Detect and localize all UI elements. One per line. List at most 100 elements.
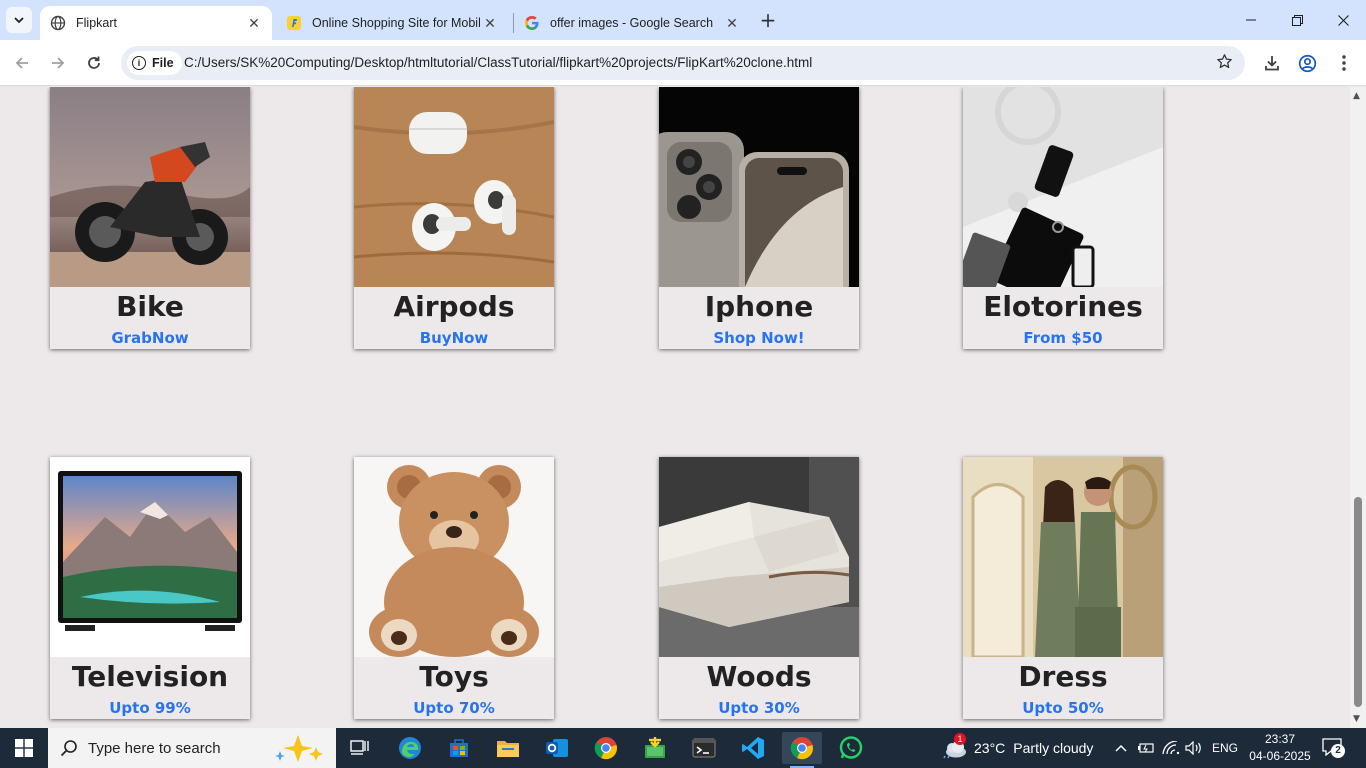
back-button[interactable] xyxy=(8,49,36,77)
vscode-icon xyxy=(742,737,764,759)
file-explorer-button[interactable] xyxy=(488,732,528,764)
windows-taskbar: Type here to search 1 23°C Partly cloudy… xyxy=(0,728,1366,768)
system-clock[interactable]: 23:37 04-06-2025 xyxy=(1245,731,1315,765)
edge-icon xyxy=(399,737,421,759)
edge-button[interactable] xyxy=(390,732,430,764)
outlook-button[interactable] xyxy=(537,732,577,764)
tab-flipkart[interactable]: Flipkart ✕ xyxy=(40,6,272,40)
product-offer-link[interactable]: Upto 30% xyxy=(659,697,859,719)
info-icon: i xyxy=(132,56,146,70)
weather-badge: 1 xyxy=(954,733,966,745)
address-bar[interactable]: i File C:/Users/SK%20Computing/Desktop/h… xyxy=(121,46,1245,80)
chrome-running-button[interactable] xyxy=(782,732,822,768)
product-offer-link[interactable]: From $50 xyxy=(963,327,1163,349)
vscode-button[interactable] xyxy=(733,732,773,764)
more-vert-icon xyxy=(1342,55,1346,71)
task-view-button[interactable] xyxy=(340,732,380,764)
vertical-scrollbar[interactable]: ▲ ▼ xyxy=(1350,87,1366,728)
volume-tray[interactable] xyxy=(1185,728,1203,768)
product-name: Elotorines xyxy=(983,290,1143,323)
product-offer-link[interactable]: Upto 70% xyxy=(354,697,554,719)
forward-button[interactable] xyxy=(44,49,72,77)
chrome-button[interactable] xyxy=(586,732,626,764)
couple-dress-photo xyxy=(963,457,1163,657)
product-card-airpods[interactable]: Airpods BuyNow xyxy=(354,87,554,349)
close-icon[interactable]: ✕ xyxy=(480,13,500,33)
language-label: ENG xyxy=(1212,741,1239,755)
clock-time: 23:37 xyxy=(1264,732,1296,746)
whatsapp-button[interactable] xyxy=(831,732,871,764)
minimize-button[interactable] xyxy=(1228,0,1274,40)
notification-center-button[interactable]: 2 xyxy=(1322,728,1345,768)
downloads-button[interactable] xyxy=(1258,49,1286,77)
search-placeholder: Type here to search xyxy=(88,739,221,757)
flipkart-logo-icon xyxy=(286,15,302,31)
restore-button[interactable] xyxy=(1274,0,1320,40)
app-installer-icon xyxy=(645,737,665,758)
battery-tray[interactable] xyxy=(1138,728,1156,768)
notification-count: 2 xyxy=(1331,744,1345,758)
product-offer-link[interactable]: GrabNow xyxy=(50,327,250,349)
clock-date: 04-06-2025 xyxy=(1249,749,1311,763)
close-window-button[interactable] xyxy=(1320,0,1366,40)
site-chip-label: File xyxy=(152,56,174,70)
product-card-iphone[interactable]: Iphone Shop Now! xyxy=(659,87,859,349)
weather-temp: 23°C xyxy=(974,740,1006,756)
page-content: Bike GrabNow Airpods BuyNow Iphone Shop … xyxy=(0,87,1350,728)
product-name: Dress xyxy=(1018,660,1108,693)
close-icon[interactable]: ✕ xyxy=(722,13,742,33)
product-offer-link[interactable]: Upto 99% xyxy=(50,697,250,719)
browser-toolbar: i File C:/Users/SK%20Computing/Desktop/h… xyxy=(0,40,1366,86)
restore-icon xyxy=(1291,14,1303,26)
weather-condition: Partly cloudy xyxy=(1013,740,1094,756)
battery-icon xyxy=(1138,743,1154,753)
bookmark-star-icon[interactable] xyxy=(1216,53,1233,75)
product-offer-link[interactable]: BuyNow xyxy=(354,327,554,349)
television-photo xyxy=(50,457,250,657)
scroll-up-arrow-icon[interactable]: ▲ xyxy=(1353,91,1360,101)
app-installer-button[interactable] xyxy=(635,732,675,764)
taskbar-search-box[interactable]: Type here to search xyxy=(48,728,336,768)
product-offer-link[interactable]: Shop Now! xyxy=(659,327,859,349)
terminal-button[interactable] xyxy=(684,732,724,764)
url-text[interactable]: C:/Users/SK%20Computing/Desktop/htmltuto… xyxy=(184,55,812,70)
menu-button[interactable] xyxy=(1330,49,1358,77)
terminal-icon xyxy=(692,738,716,758)
tab-search-button[interactable] xyxy=(6,7,32,33)
reload-button[interactable] xyxy=(80,49,108,77)
scroll-down-arrow-icon[interactable]: ▼ xyxy=(1353,714,1360,724)
iphone-photo xyxy=(659,87,859,287)
show-hidden-icons-button[interactable] xyxy=(1114,728,1128,768)
sofa-photo xyxy=(659,457,859,657)
store-button[interactable] xyxy=(439,732,479,764)
product-card-toys[interactable]: Toys Upto 70% xyxy=(354,457,554,719)
site-info-chip[interactable]: i File xyxy=(127,51,182,75)
windows-logo-icon xyxy=(15,739,33,757)
outlook-icon xyxy=(546,739,568,757)
profile-button[interactable] xyxy=(1293,49,1321,77)
close-icon[interactable]: ✕ xyxy=(244,13,264,33)
weather-widget[interactable]: 1 23°C Partly cloudy xyxy=(942,728,1093,768)
wifi-icon xyxy=(1162,741,1180,755)
scrollbar-thumb[interactable] xyxy=(1354,497,1362,707)
minimize-icon xyxy=(1246,19,1256,21)
network-tray[interactable] xyxy=(1162,728,1180,768)
language-indicator[interactable]: ENG xyxy=(1212,728,1238,768)
product-card-bike[interactable]: Bike GrabNow xyxy=(50,87,250,349)
tab-title: Flipkart xyxy=(76,16,117,30)
new-tab-button[interactable]: + xyxy=(757,8,779,32)
sparkle-icon xyxy=(275,735,323,762)
start-button[interactable] xyxy=(0,728,48,768)
chevron-up-icon xyxy=(1115,744,1127,752)
product-offer-link[interactable]: Upto 50% xyxy=(963,697,1163,719)
product-card-television[interactable]: Television Upto 99% xyxy=(50,457,250,719)
tab-google-search[interactable]: offer images - Google Search ✕ xyxy=(514,6,750,40)
product-card-dress[interactable]: Dress Upto 50% xyxy=(963,457,1163,719)
tab-online-shopping[interactable]: Online Shopping Site for Mobile ✕ xyxy=(276,6,508,40)
product-card-woods[interactable]: Woods Upto 30% xyxy=(659,457,859,719)
tab-title: Online Shopping Site for Mobile xyxy=(312,16,480,30)
globe-icon xyxy=(50,15,66,31)
tab-strip: Flipkart ✕ Online Shopping Site for Mobi… xyxy=(0,0,1366,40)
google-logo-icon xyxy=(524,15,540,31)
product-card-elotorines[interactable]: Elotorines From $50 xyxy=(963,87,1163,349)
